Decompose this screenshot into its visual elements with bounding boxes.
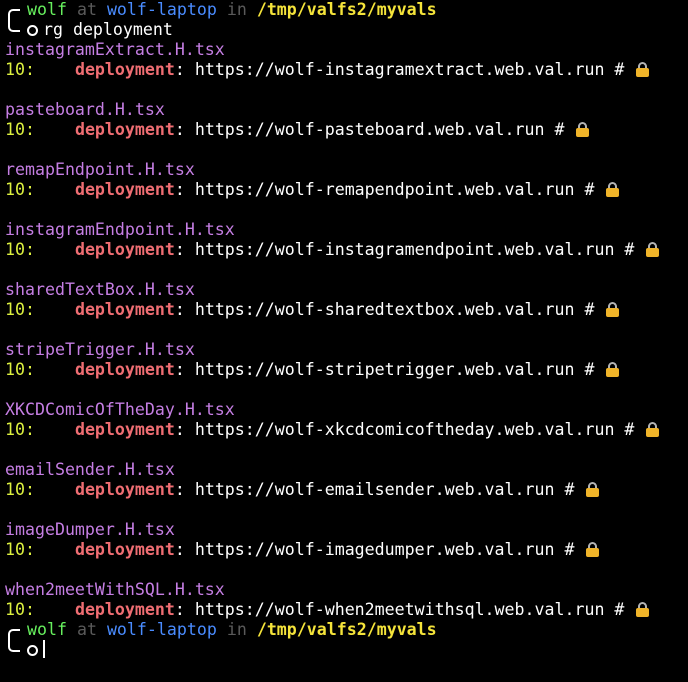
match-keyword: deployment [74, 360, 175, 379]
lock-icon [646, 422, 660, 437]
line-number: 10: [5, 120, 35, 139]
result-match-line: 10: deployment: https://wolf-emailsender… [5, 480, 600, 500]
match-keyword: deployment [74, 540, 175, 559]
command-line: rg deployment [7, 20, 173, 40]
prompt-path: /tmp/valfs2/myvals [256, 620, 437, 639]
result-filename: when2meetWithSQL.H.tsx [5, 580, 225, 599]
result-match-line: 10: deployment: https://wolf-imagedumper… [5, 540, 600, 560]
line-number: 10: [5, 300, 35, 319]
circle-icon [26, 25, 38, 36]
result-match-line: 10: deployment: https://wolf-stripetrigg… [5, 360, 620, 380]
result-filename: instagramEndpoint.H.tsx [5, 220, 235, 239]
prompt-host: wolf-laptop [106, 620, 217, 639]
lock-icon [586, 542, 600, 557]
lock-icon [606, 302, 620, 317]
line-number: 10: [5, 540, 35, 559]
lock-icon [606, 362, 620, 377]
result-filename: XKCDComicOfTheDay.H.tsx [5, 400, 235, 419]
input-line[interactable] [7, 640, 45, 660]
line-number: 10: [5, 60, 35, 79]
match-content: : https://wolf-instagramextract.web.val.… [174, 60, 635, 79]
line-number: 10: [5, 480, 35, 499]
lock-icon [576, 122, 590, 137]
match-keyword: deployment [74, 120, 175, 139]
match-keyword: deployment [74, 300, 175, 319]
line-number: 10: [5, 420, 35, 439]
match-keyword: deployment [74, 180, 175, 199]
result-filename: pasteboard.H.tsx [5, 100, 165, 119]
lock-icon [636, 602, 650, 617]
prompt-at: at [76, 620, 97, 639]
lock-icon [606, 182, 620, 197]
result-match-line: 10: deployment: https://wolf-when2meetwi… [5, 600, 650, 620]
line-number: 10: [5, 600, 35, 619]
result-match-line: 10: deployment: https://wolf-remapendpoi… [5, 180, 620, 200]
circle-icon [26, 645, 38, 656]
match-content: : https://wolf-imagedumper.web.val.run # [174, 540, 585, 559]
prompt-host: wolf-laptop [106, 0, 217, 19]
match-content: : https://wolf-emailsender.web.val.run # [174, 480, 585, 499]
command-text: rg deployment [42, 20, 173, 39]
match-content: : https://wolf-sharedtextbox.web.val.run… [174, 300, 605, 319]
result-filename: instagramExtract.H.tsx [5, 40, 225, 59]
result-filename: imageDumper.H.tsx [5, 520, 175, 539]
line-number: 10: [5, 180, 35, 199]
text-cursor [42, 640, 45, 658]
terminal-window[interactable]: wolf at wolf-laptop in /tmp/valfs2/myval… [0, 0, 688, 682]
prompt-in: in [226, 620, 247, 639]
prompt-path: /tmp/valfs2/myvals [256, 0, 437, 19]
prompt-in: in [226, 0, 247, 19]
match-keyword: deployment [74, 600, 175, 619]
match-keyword: deployment [74, 240, 175, 259]
match-keyword: deployment [74, 60, 175, 79]
prompt-line: wolf at wolf-laptop in /tmp/valfs2/myval… [7, 0, 437, 20]
result-filename: sharedTextBox.H.tsx [5, 280, 195, 299]
match-content: : https://wolf-remapendpoint.web.val.run… [174, 180, 605, 199]
match-keyword: deployment [74, 480, 175, 499]
prompt-user: wolf [26, 620, 67, 639]
match-content: : https://wolf-instagramendpoint.web.val… [174, 240, 645, 259]
result-match-line: 10: deployment: https://wolf-instagramex… [5, 60, 650, 80]
match-keyword: deployment [74, 420, 175, 439]
lock-icon [636, 62, 650, 77]
lock-icon [646, 242, 660, 257]
prompt-user: wolf [26, 0, 67, 19]
prompt-line: wolf at wolf-laptop in /tmp/valfs2/myval… [7, 620, 437, 640]
result-match-line: 10: deployment: https://wolf-pasteboard.… [5, 120, 590, 140]
result-filename: stripeTrigger.H.tsx [5, 340, 195, 359]
match-content: : https://wolf-stripetrigger.web.val.run… [174, 360, 605, 379]
lock-icon [586, 482, 600, 497]
line-number: 10: [5, 360, 35, 379]
result-match-line: 10: deployment: https://wolf-xkcdcomicof… [5, 420, 660, 440]
match-content: : https://wolf-when2meetwithsql.web.val.… [174, 600, 635, 619]
match-content: : https://wolf-pasteboard.web.val.run # [174, 120, 575, 139]
line-number: 10: [5, 240, 35, 259]
result-filename: remapEndpoint.H.tsx [5, 160, 195, 179]
result-match-line: 10: deployment: https://wolf-sharedtextb… [5, 300, 620, 320]
result-match-line: 10: deployment: https://wolf-instagramen… [5, 240, 660, 260]
result-filename: emailSender.H.tsx [5, 460, 175, 479]
match-content: : https://wolf-xkcdcomicoftheday.web.val… [174, 420, 645, 439]
prompt-at: at [76, 0, 97, 19]
